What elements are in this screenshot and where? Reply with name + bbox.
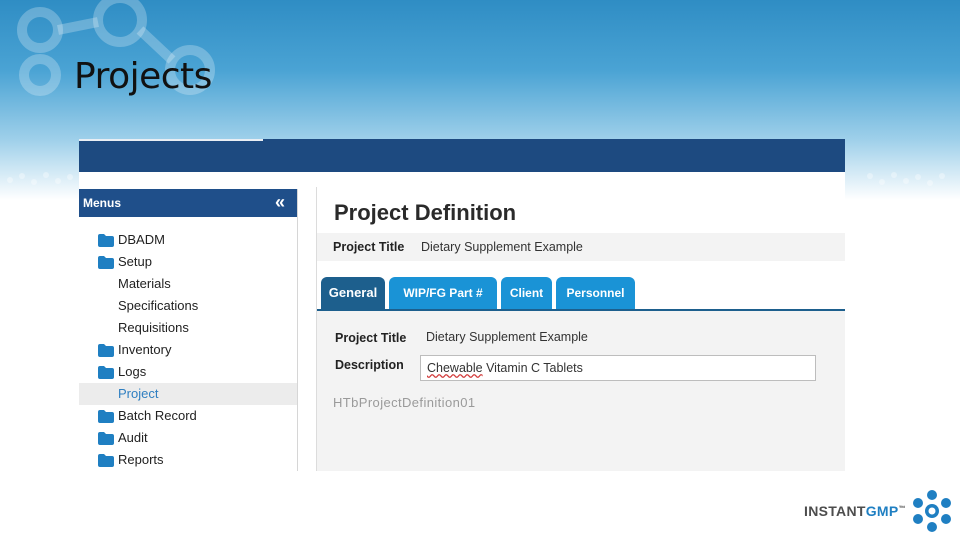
double-chevron-left-icon[interactable]: «: [275, 193, 291, 211]
form-project-title-value: Dietary Supplement Example: [426, 330, 588, 344]
form-description-label: Description: [335, 358, 404, 372]
sidebar-item-dbadm[interactable]: DBADM: [79, 229, 297, 251]
description-input[interactable]: Chewable Vitamin C Tablets: [420, 355, 816, 381]
logo-text: INSTANTGMP™: [804, 503, 906, 519]
control-id-label: HTbProjectDefinition01: [333, 395, 476, 410]
sidebar-item-label: Specifications: [118, 298, 199, 313]
tab-client[interactable]: Client: [501, 277, 552, 309]
menu-list: DBADM Setup Materials Specifications Req…: [79, 217, 297, 471]
folder-icon: [98, 366, 114, 379]
sidebar-item-label: Reports: [118, 452, 164, 467]
sidebar-item-label: Logs: [118, 364, 147, 379]
sidebar-item-label: Batch Record: [118, 408, 197, 423]
description-value-misspelled-word: Chewable: [427, 361, 483, 375]
folder-icon: [98, 432, 114, 445]
sidebar-item-label: Project: [118, 386, 159, 401]
sidebar-item-setup[interactable]: Setup: [79, 251, 297, 273]
main-panel: Project Definition Project Title Dietary…: [316, 187, 845, 471]
project-title-summary: Project Title Dietary Supplement Example: [317, 233, 845, 261]
tab-wip-fg-part[interactable]: WIP/FG Part #: [389, 277, 497, 309]
folder-icon: [98, 234, 114, 247]
molecule-logo-icon: [913, 490, 951, 532]
sidebar-menu: Menus « DBADM Setup Materials Specificat…: [79, 189, 298, 471]
sidebar-item-label: Audit: [118, 430, 148, 445]
folder-icon: [98, 410, 114, 423]
sidebar-item-batch-record[interactable]: Batch Record: [79, 405, 297, 427]
sidebar-item-audit[interactable]: Audit: [79, 427, 297, 449]
top-nav-bar: [79, 139, 845, 172]
app-screenshot: Menus « DBADM Setup Materials Specificat…: [79, 139, 845, 471]
sidebar-item-materials[interactable]: Materials: [79, 273, 297, 295]
sidebar-item-logs[interactable]: Logs: [79, 361, 297, 383]
form-project-title-label: Project Title: [335, 331, 407, 345]
sidebar-item-reports[interactable]: Reports: [79, 449, 297, 471]
project-title-value: Dietary Supplement Example: [421, 240, 583, 254]
sidebar-item-label: Setup: [118, 254, 152, 269]
page-title: Project Definition: [334, 200, 517, 225]
sidebar-item-inventory[interactable]: Inventory: [79, 339, 297, 361]
folder-icon: [98, 454, 114, 467]
logo-text-main: INSTANT: [804, 503, 866, 519]
tab-general[interactable]: General: [321, 277, 385, 309]
folder-icon: [98, 256, 114, 269]
instantgmp-logo: INSTANTGMP™: [804, 490, 954, 532]
sidebar-item-label: Requisitions: [118, 320, 189, 335]
top-bar-edge: [79, 139, 263, 141]
slide-title: Projects: [74, 56, 212, 97]
project-title-label: Project Title: [333, 240, 405, 254]
sidebar-title: Menus: [83, 196, 122, 210]
sidebar-item-project[interactable]: Project: [79, 383, 297, 405]
sidebar-item-requisitions[interactable]: Requisitions: [79, 317, 297, 339]
logo-text-accent: GMP: [865, 503, 899, 519]
tab-personnel[interactable]: Personnel: [556, 277, 635, 309]
sidebar-item-label: Inventory: [118, 342, 172, 357]
folder-icon: [98, 344, 114, 357]
description-value-rest: Vitamin C Tablets: [482, 361, 583, 375]
sidebar-item-label: DBADM: [118, 232, 165, 247]
sidebar-header: Menus «: [79, 189, 297, 217]
logo-trademark: ™: [898, 505, 906, 513]
sidebar-item-specifications[interactable]: Specifications: [79, 295, 297, 317]
sidebar-item-label: Materials: [118, 276, 171, 291]
general-tab-panel: Project Title Dietary Supplement Example…: [317, 311, 845, 471]
